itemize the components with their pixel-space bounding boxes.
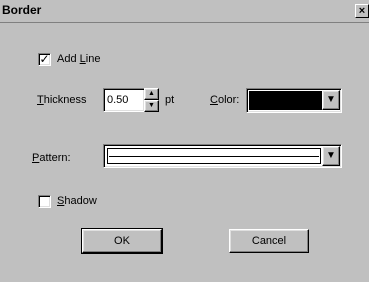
close-button[interactable]: × bbox=[355, 4, 369, 18]
add-line-label[interactable]: Add Line bbox=[57, 53, 100, 65]
window-title: Border bbox=[2, 3, 42, 17]
ok-button[interactable]: OK bbox=[82, 229, 162, 253]
solid-line-pattern bbox=[109, 156, 319, 157]
shadow-label[interactable]: Shadow bbox=[57, 195, 97, 207]
pattern-select[interactable]: ▼ bbox=[103, 144, 342, 168]
spin-up-button[interactable]: ▲ bbox=[144, 88, 159, 100]
pattern-preview bbox=[107, 148, 321, 164]
pattern-dropdown-button[interactable]: ▼ bbox=[322, 146, 340, 166]
title-bar: Border × bbox=[0, 0, 369, 23]
dialog-body: ✓ Add Line Thickness 0.50 ▲ ▼ pt Color: … bbox=[10, 28, 360, 282]
color-dropdown-button[interactable]: ▼ bbox=[322, 90, 340, 110]
color-label: Color: bbox=[210, 94, 240, 106]
chevron-down-icon: ▼ bbox=[326, 150, 336, 161]
color-select[interactable]: ▼ bbox=[246, 88, 342, 113]
spin-down-button[interactable]: ▼ bbox=[144, 100, 159, 112]
arrow-down-icon: ▼ bbox=[148, 102, 155, 109]
shadow-checkbox[interactable] bbox=[38, 195, 51, 208]
thickness-value: 0.50 bbox=[107, 94, 129, 106]
add-line-checkbox[interactable]: ✓ bbox=[38, 53, 51, 66]
ok-button-frame: OK bbox=[81, 228, 163, 254]
border-dialog: Border × ✓ Add Line Thickness 0.50 ▲ ▼ p… bbox=[0, 0, 369, 282]
checkmark-icon: ✓ bbox=[39, 52, 50, 66]
thickness-unit: pt bbox=[165, 94, 175, 106]
thickness-stepper: ▲ ▼ bbox=[144, 88, 159, 112]
pattern-label: Pattern: bbox=[32, 152, 71, 164]
close-icon: × bbox=[358, 5, 366, 17]
thickness-label: Thickness bbox=[37, 94, 87, 106]
arrow-up-icon: ▲ bbox=[148, 90, 155, 97]
cancel-button[interactable]: Cancel bbox=[229, 229, 309, 253]
thickness-input[interactable]: 0.50 bbox=[103, 88, 145, 112]
chevron-down-icon: ▼ bbox=[326, 94, 336, 105]
